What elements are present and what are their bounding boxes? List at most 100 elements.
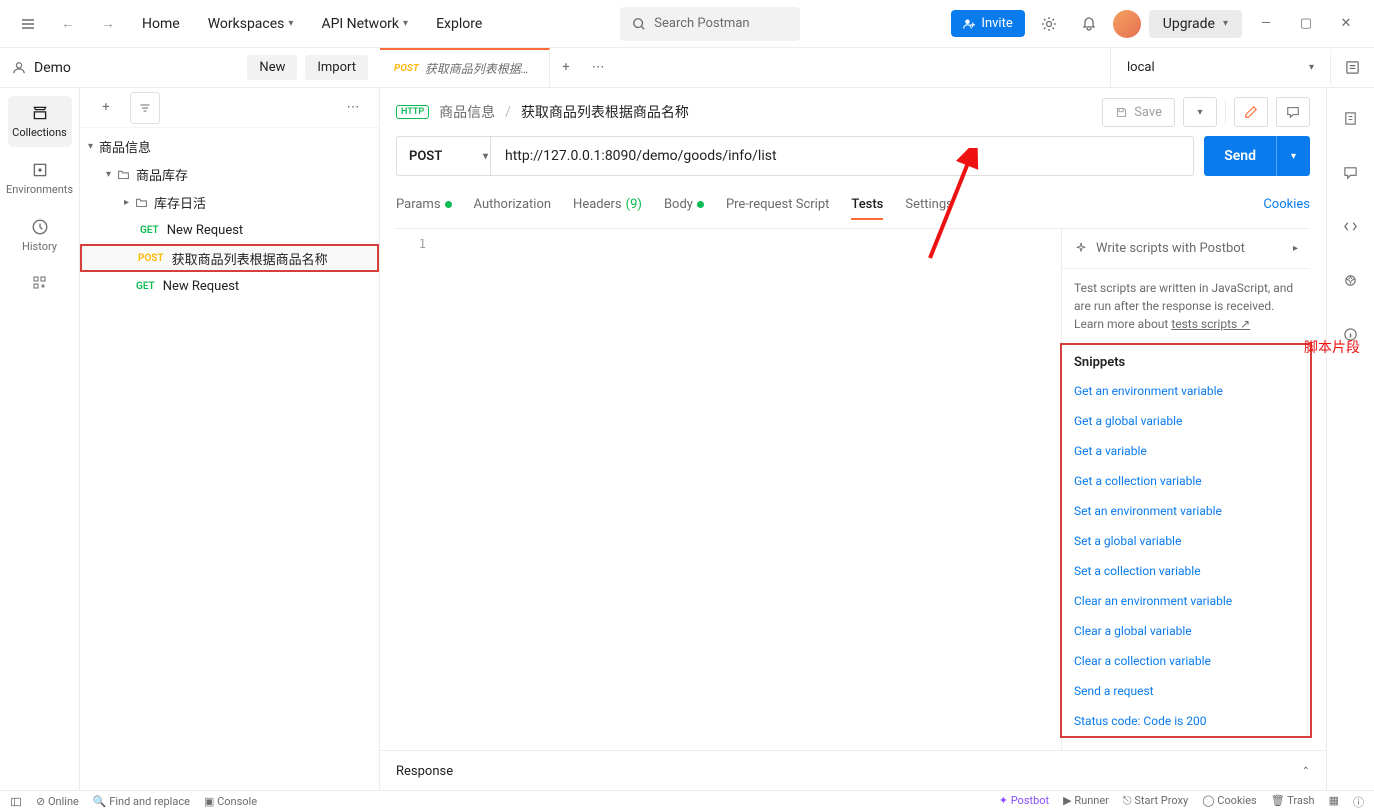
snippet-item[interactable]: Get an environment variable bbox=[1074, 376, 1298, 406]
send-button[interactable]: Send▾ bbox=[1204, 136, 1310, 176]
postbot-row[interactable]: Write scripts with Postbot ▸ bbox=[1062, 229, 1310, 269]
snippets-panel: Write scripts with Postbot ▸ Test script… bbox=[1062, 229, 1310, 750]
snippet-item[interactable]: Get a collection variable bbox=[1074, 466, 1298, 496]
online-status[interactable]: ⊘ Online bbox=[36, 795, 79, 808]
rail-environments[interactable]: Environments bbox=[8, 153, 72, 204]
upgrade-button[interactable]: Upgrade▾ bbox=[1149, 10, 1242, 38]
left-rail: Collections Environments History bbox=[0, 88, 80, 792]
footer-cookies[interactable]: ◯ Cookies bbox=[1202, 794, 1257, 810]
sidebar-toggle-icon[interactable] bbox=[10, 796, 22, 808]
workspace-selector[interactable]: Demo bbox=[12, 60, 71, 76]
footer-trash[interactable]: 🗑 Trash bbox=[1271, 794, 1315, 810]
rail-history[interactable]: History bbox=[8, 210, 72, 261]
nav-api-network[interactable]: API Network ▾ bbox=[311, 10, 418, 38]
footer-layout-icon[interactable]: ▦ bbox=[1329, 794, 1339, 810]
footer-proxy[interactable]: ⎋ Start Proxy bbox=[1123, 794, 1188, 810]
snippet-item[interactable]: Set a collection variable bbox=[1074, 556, 1298, 586]
snippet-item[interactable]: Clear a global variable bbox=[1074, 616, 1298, 646]
method-selector[interactable]: POST▾ bbox=[396, 136, 500, 176]
snippet-item[interactable]: Get a variable bbox=[1074, 436, 1298, 466]
grid-icon bbox=[32, 275, 48, 291]
snippet-item[interactable]: Clear a collection variable bbox=[1074, 646, 1298, 676]
environment-selector[interactable]: local▾ bbox=[1110, 48, 1330, 87]
filter-icon[interactable] bbox=[130, 92, 160, 124]
console-toggle[interactable]: ▣ Console bbox=[204, 795, 257, 808]
tree-subfolder[interactable]: ▸库存日活 bbox=[80, 188, 379, 216]
line-gutter: 1 bbox=[396, 229, 436, 750]
code-icon[interactable] bbox=[1335, 210, 1367, 242]
tests-scripts-link[interactable]: tests scripts ↗ bbox=[1171, 317, 1250, 331]
tab-settings[interactable]: Settings bbox=[905, 191, 952, 218]
footer-runner[interactable]: ▶ Runner bbox=[1063, 794, 1109, 810]
rail-configure[interactable] bbox=[8, 267, 72, 299]
tab-options-icon[interactable]: ⋯ bbox=[582, 52, 614, 84]
nav-workspaces[interactable]: Workspaces ▾ bbox=[198, 10, 304, 38]
code-editor[interactable]: 1 bbox=[396, 229, 1062, 750]
snippet-item[interactable]: Set an environment variable bbox=[1074, 496, 1298, 526]
window-maximize-icon[interactable]: ▢ bbox=[1290, 8, 1322, 40]
sidebar: + ⋯ ▾商品信息 ▾商品库存 ▸库存日活 GETNew Request POS… bbox=[80, 88, 380, 792]
docs-icon[interactable] bbox=[1335, 102, 1367, 134]
footer-help-icon[interactable]: ⓘ bbox=[1353, 794, 1364, 810]
search-placeholder: Search Postman bbox=[654, 16, 749, 31]
create-icon[interactable]: + bbox=[90, 92, 122, 124]
notifications-icon[interactable] bbox=[1073, 8, 1105, 40]
import-button[interactable]: Import bbox=[305, 55, 368, 80]
invite-button[interactable]: Invite bbox=[951, 10, 1024, 37]
tab-method: POST bbox=[394, 63, 419, 74]
tree-request-active[interactable]: POST获取商品列表根据商品名称 bbox=[80, 244, 379, 272]
back-icon[interactable]: ← bbox=[52, 8, 84, 40]
response-bar[interactable]: Response ⌃ bbox=[380, 750, 1326, 792]
snippet-item[interactable]: Set a global variable bbox=[1074, 526, 1298, 556]
save-button[interactable]: Save bbox=[1102, 98, 1175, 127]
folder-icon bbox=[135, 196, 148, 209]
hamburger-icon[interactable] bbox=[12, 8, 44, 40]
tree-folder[interactable]: ▾商品库存 bbox=[80, 160, 379, 188]
sidebar-options-icon[interactable]: ⋯ bbox=[337, 92, 369, 124]
edit-icon[interactable] bbox=[1234, 97, 1268, 127]
comment-icon[interactable] bbox=[1276, 97, 1310, 127]
history-icon bbox=[31, 218, 49, 236]
window-close-icon[interactable]: ✕ bbox=[1330, 8, 1362, 40]
request-tab[interactable]: POST 获取商品列表根据商品名 bbox=[380, 48, 550, 87]
tab-pre-request[interactable]: Pre-request Script bbox=[726, 191, 829, 218]
snippet-item[interactable]: Get a global variable bbox=[1074, 406, 1298, 436]
send-dropdown[interactable]: ▾ bbox=[1276, 136, 1310, 176]
settings-icon[interactable] bbox=[1033, 8, 1065, 40]
env-quicklook-icon[interactable] bbox=[1330, 48, 1374, 87]
window-minimize-icon[interactable]: — bbox=[1250, 8, 1282, 40]
search-input[interactable]: Search Postman bbox=[620, 7, 800, 41]
snippet-item[interactable]: Clear an environment variable bbox=[1074, 586, 1298, 616]
request-tabs: Params Authorization Headers (9) Body Pr… bbox=[380, 184, 1326, 224]
breadcrumb-parent[interactable]: 商品信息 bbox=[439, 102, 495, 122]
new-button[interactable]: New bbox=[247, 55, 297, 80]
footer-postbot[interactable]: ✦ Postbot bbox=[999, 794, 1049, 810]
snippet-item[interactable]: Send a request bbox=[1074, 676, 1298, 706]
search-icon bbox=[632, 17, 646, 31]
breadcrumb-current: 获取商品列表根据商品名称 bbox=[521, 102, 689, 122]
avatar[interactable] bbox=[1113, 10, 1141, 38]
tab-tests[interactable]: Tests bbox=[851, 191, 883, 218]
snippets-heading: Snippets bbox=[1062, 345, 1310, 376]
lightbulb-icon[interactable] bbox=[1335, 264, 1367, 296]
annotation-label: 脚本片段 bbox=[1304, 337, 1360, 357]
save-dropdown[interactable]: ▾ bbox=[1183, 97, 1217, 127]
comments-icon[interactable] bbox=[1335, 156, 1367, 188]
url-input[interactable]: http://127.0.0.1:8090/demo/goods/info/li… bbox=[490, 136, 1194, 176]
tab-body[interactable]: Body bbox=[664, 191, 704, 218]
forward-icon[interactable]: → bbox=[92, 8, 124, 40]
cookies-link[interactable]: Cookies bbox=[1263, 197, 1310, 212]
tab-headers[interactable]: Headers (9) bbox=[573, 191, 642, 218]
nav-home[interactable]: Home bbox=[132, 10, 190, 38]
rail-collections[interactable]: Collections bbox=[8, 96, 72, 147]
tree-collection[interactable]: ▾商品信息 bbox=[80, 132, 379, 160]
snippet-item[interactable]: Status code: Code is 200 bbox=[1074, 706, 1298, 736]
find-replace[interactable]: 🔍 Find and replace bbox=[93, 795, 190, 808]
new-tab-button[interactable]: + bbox=[550, 52, 582, 84]
tree-request[interactable]: GETNew Request bbox=[80, 216, 379, 244]
nav-explore[interactable]: Explore bbox=[426, 10, 492, 38]
tab-params[interactable]: Params bbox=[396, 191, 452, 218]
chevron-up-icon[interactable]: ⌃ bbox=[1302, 766, 1310, 777]
tab-authorization[interactable]: Authorization bbox=[474, 191, 552, 218]
tree-request[interactable]: GETNew Request bbox=[80, 272, 379, 300]
